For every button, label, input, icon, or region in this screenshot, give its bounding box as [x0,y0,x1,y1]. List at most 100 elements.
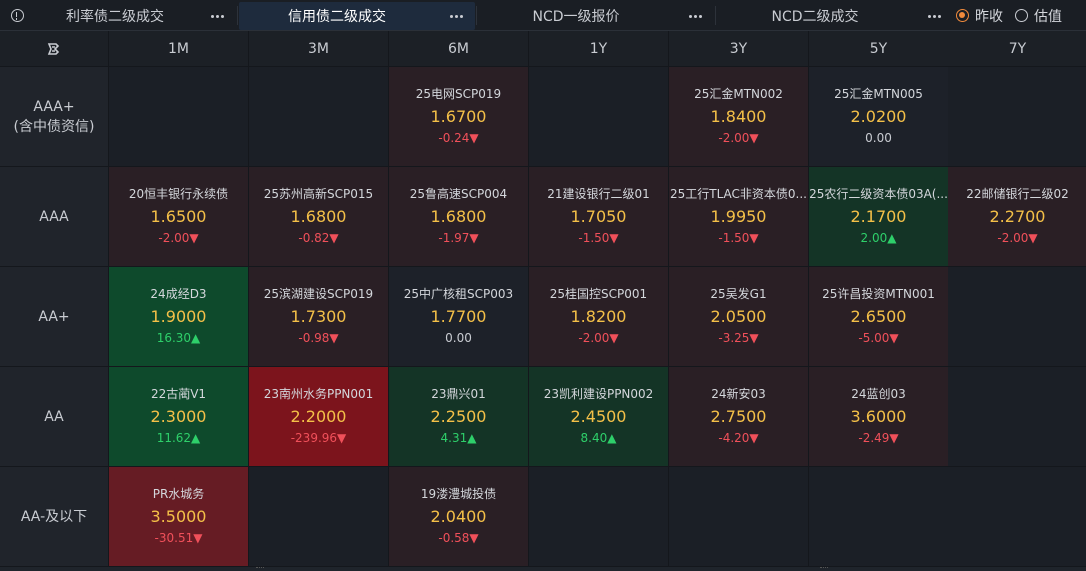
rating-label: AA+ [38,308,70,325]
bond-yield: 1.6800 [430,207,487,226]
more-dots-icon[interactable] [211,2,224,30]
yield-change: -4.20▼ [718,431,759,445]
bond-yield: 1.6800 [290,207,347,226]
more-dots-icon[interactable] [928,2,941,30]
yield-change: -0.82▼ [298,231,339,245]
bond-yield: 2.3000 [150,407,207,426]
bond-cell[interactable]: 24蓝创03 3.6000 -2.49▼ [809,367,948,466]
bond-name: 25中广核租SCP003 [403,287,514,301]
alert-button[interactable] [0,0,34,31]
bond-cell[interactable]: 23鼎兴01 2.2500 4.31▲ [389,367,528,466]
column-header-1m[interactable]: 1M [109,31,248,66]
yield-change: -1.50▼ [578,231,619,245]
radio-prev-close[interactable]: 昨收 [956,6,1003,26]
bond-yield: 2.2700 [989,207,1046,226]
bond-cell[interactable]: 25滨湖建设SCP019 1.7300 -0.98▼ [249,267,388,366]
bond-name: 25桂国控SCP001 [549,287,648,301]
tab-credit-bond-secondary[interactable]: 信用债二级成交 [239,2,475,30]
bond-cell[interactable]: 23南州水务PPN001 2.2000 -239.96▼ [249,367,388,466]
rating-label: AAA [39,208,69,225]
bond-yield: 3.6000 [850,407,907,426]
column-header-3m[interactable]: 3M [249,31,388,66]
column-header-1y[interactable]: 1Y [529,31,668,66]
yield-change: -2.00▼ [158,231,199,245]
bond-name: 21建设银行二级01 [547,187,650,201]
yield-change: 16.30▲ [156,331,201,345]
row-header: AAA [0,167,108,266]
column-header-7y[interactable]: 7Y [948,31,1086,66]
bond-name: 25汇金MTN002 [694,87,783,101]
bond-name: 25苏州高新SCP015 [263,187,374,201]
bond-cell[interactable]: PR水城务 3.5000 -30.51▼ [109,467,248,566]
yield-change: 4.31▲ [440,431,477,445]
yield-change: 0.00 [445,331,472,345]
column-header-5y[interactable]: 5Y [809,31,948,66]
bond-name: 25工行TLAC非资本债0... [669,187,808,201]
empty-cell [948,367,1086,466]
price-basis-radio-group: 昨收 估值 [956,0,1074,31]
bond-cell[interactable]: 25桂国控SCP001 1.8200 -2.00▼ [529,267,668,366]
tab-label: 信用债二级成交 [288,9,386,25]
resize-grip[interactable] [820,567,828,571]
radio-label: 估值 [1034,8,1062,25]
empty-cell [529,67,668,166]
bond-cell[interactable]: 25农行二级资本债03A(... 2.1700 2.00▲ [809,167,948,266]
bond-yield: 1.8200 [570,307,627,326]
bond-cell[interactable]: 25电网SCP019 1.6700 -0.24▼ [389,67,528,166]
bond-cell[interactable]: 25吴发G1 2.0500 -3.25▼ [669,267,808,366]
bond-name: 23南州水务PPN001 [263,387,374,401]
bond-cell[interactable]: 25苏州高新SCP015 1.6800 -0.82▼ [249,167,388,266]
bond-yield: 2.0500 [710,307,767,326]
bond-name: 24新安03 [711,387,766,401]
bond-cell[interactable]: 22古蔺V1 2.3000 11.62▲ [109,367,248,466]
status-strip [0,567,1086,571]
bond-cell[interactable]: 25许昌投资MTN001 2.6500 -5.00▼ [809,267,948,366]
yield-change: -0.24▼ [438,131,479,145]
radio-valuation[interactable]: 估值 [1015,6,1062,26]
tab-ncd-primary-quote[interactable]: NCD一级报价 [478,2,714,30]
row-header: AA-及以下 [0,467,108,566]
bond-cell[interactable]: 25汇金MTN002 1.8400 -2.00▼ [669,67,808,166]
bond-name: 23鼎兴01 [431,387,486,401]
bond-cell[interactable]: 25工行TLAC非资本债0... 1.9950 -1.50▼ [669,167,808,266]
column-header-3y[interactable]: 3Y [669,31,808,66]
yield-change: 8.40▲ [580,431,617,445]
bond-cell[interactable]: 25鲁高速SCP004 1.6800 -1.97▼ [389,167,528,266]
bond-cell[interactable]: 23凯利建设PPN002 2.4500 8.40▲ [529,367,668,466]
bond-cell[interactable]: 21建设银行二级01 1.7050 -1.50▼ [529,167,668,266]
yield-change: -3.25▼ [718,331,759,345]
more-dots-icon[interactable] [689,2,702,30]
empty-cell [948,267,1086,366]
bond-name: 25鲁高速SCP004 [409,187,508,201]
radio-label: 昨收 [975,8,1003,25]
empty-cell [809,467,948,566]
bond-name: 23凯利建设PPN002 [543,387,654,401]
yield-change: -0.98▼ [298,331,339,345]
bond-cell[interactable]: 24新安03 2.7500 -4.20▼ [669,367,808,466]
bond-name: 25农行二级资本债03A(... [809,187,948,201]
yield-change: -2.49▼ [858,431,899,445]
bond-cell[interactable]: 19溇澧城投债 2.0400 -0.58▼ [389,467,528,566]
radio-unchecked-icon [1015,9,1028,22]
bond-yield: 2.2000 [290,407,347,426]
column-header-6m[interactable]: 6M [389,31,528,66]
bond-cell[interactable]: 24成经D3 1.9000 16.30▲ [109,267,248,366]
bond-cell[interactable]: 20恒丰银行永续债 1.6500 -2.00▼ [109,167,248,266]
bond-yield: 2.0200 [850,107,907,126]
bond-yield: 1.6700 [430,107,487,126]
bond-name: 20恒丰银行永续债 [128,187,229,201]
bond-cell[interactable]: 22邮储银行二级02 2.2700 -2.00▼ [948,167,1086,266]
tab-ncd-secondary[interactable]: NCD二级成交 [717,2,953,30]
bond-name: 19溇澧城投债 [420,487,497,501]
tab-rate-bond-secondary[interactable]: 利率债二级成交 [34,2,236,30]
bond-heatmap-app: 利率债二级成交 信用债二级成交 NCD一级报价 NCD二级成交 昨收 估值 1M… [0,0,1086,571]
rating-label: AAA+ [33,98,75,115]
bond-cell[interactable]: 25汇金MTN005 2.0200 0.00 [809,67,948,166]
bond-name: 22邮储银行二级02 [966,187,1069,201]
resize-grip[interactable] [256,567,264,571]
radio-checked-icon [956,9,969,22]
more-dots-icon[interactable] [450,2,463,30]
yield-change: -2.00▼ [578,331,619,345]
bond-yield: 1.7300 [290,307,347,326]
bond-cell[interactable]: 25中广核租SCP003 1.7700 0.00 [389,267,528,366]
